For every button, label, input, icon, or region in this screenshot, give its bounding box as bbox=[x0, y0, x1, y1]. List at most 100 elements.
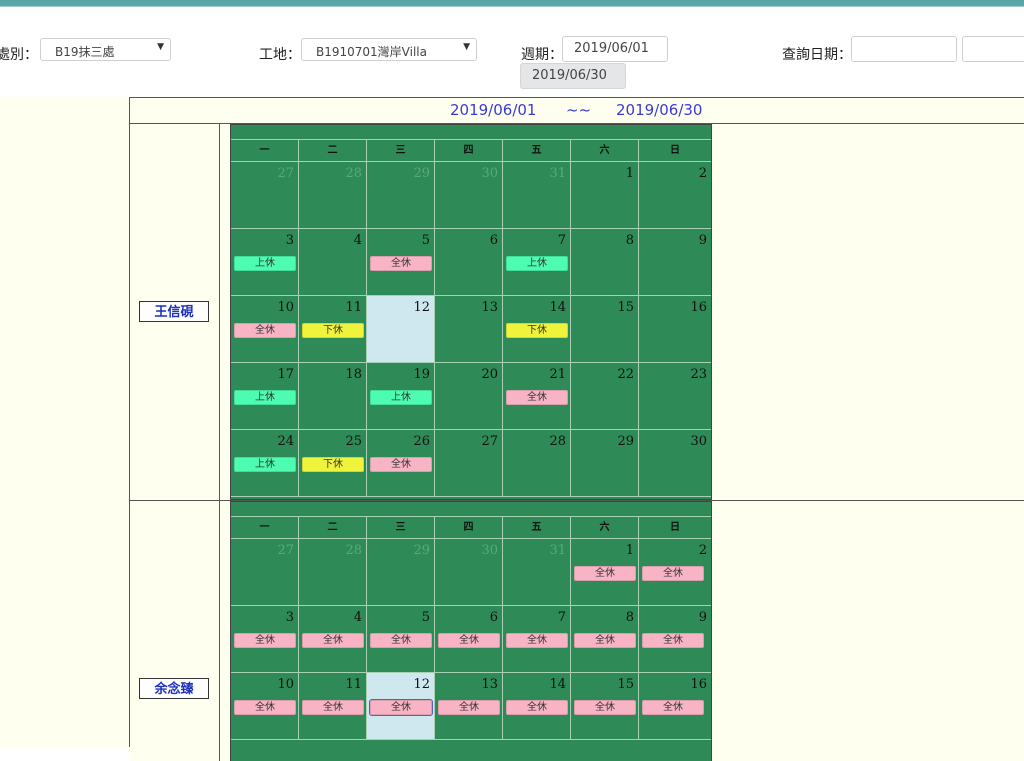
leave-badge[interactable]: 全休 bbox=[574, 566, 636, 581]
calendar-day-cell[interactable]: 12 bbox=[367, 296, 435, 363]
calendar-day-cell[interactable]: 25 下休 bbox=[299, 430, 367, 497]
leave-badge[interactable]: 全休 bbox=[370, 457, 432, 472]
calendar-day-cell[interactable]: 13 bbox=[435, 296, 503, 363]
day-number: 27 bbox=[277, 543, 294, 558]
leave-badge[interactable]: 全休 bbox=[506, 700, 568, 715]
calendar-day-cell[interactable]: 13 全休 bbox=[435, 673, 503, 740]
calendar-day-cell[interactable]: 28 bbox=[299, 539, 367, 606]
calendar-day-cell[interactable]: 27 bbox=[435, 430, 503, 497]
calendar-day-cell[interactable]: 27 bbox=[231, 539, 299, 606]
leave-badge[interactable]: 全休 bbox=[369, 699, 433, 716]
calendar-day-cell[interactable]: 29 bbox=[571, 430, 639, 497]
query-date-to-input[interactable] bbox=[962, 36, 1024, 62]
calendar-day-cell[interactable]: 30 bbox=[639, 430, 711, 497]
leave-badge[interactable]: 全休 bbox=[370, 633, 432, 648]
calendar-day-cell[interactable]: 10 全休 bbox=[231, 673, 299, 740]
calendar-day-cell[interactable]: 22 bbox=[571, 363, 639, 430]
leave-badge[interactable]: 下休 bbox=[506, 323, 568, 338]
employee-name[interactable]: 王信硯 bbox=[139, 301, 209, 322]
day-number: 9 bbox=[698, 233, 707, 248]
leave-badge[interactable]: 全休 bbox=[642, 566, 704, 581]
calendar-day-cell[interactable]: 2 bbox=[639, 162, 711, 229]
calendar-day-cell[interactable]: 15 bbox=[571, 296, 639, 363]
calendar-day-cell[interactable]: 18 bbox=[299, 363, 367, 430]
calendar-day-cell[interactable]: 8 bbox=[571, 229, 639, 296]
calendar-day-cell[interactable]: 5 全休 bbox=[367, 229, 435, 296]
calendar-day-cell[interactable]: 10 全休 bbox=[231, 296, 299, 363]
calendar-day-cell[interactable]: 6 全休 bbox=[435, 606, 503, 673]
calendar-day-cell[interactable]: 28 bbox=[503, 430, 571, 497]
calendar-day-cell[interactable]: 20 bbox=[435, 363, 503, 430]
calendar-day-cell[interactable]: 4 bbox=[299, 229, 367, 296]
period-end-input[interactable]: 2019/06/30 bbox=[520, 63, 626, 89]
calendar-day-cell[interactable]: 19 上休 bbox=[367, 363, 435, 430]
query-date-from-input[interactable] bbox=[851, 36, 957, 62]
leave-badge[interactable]: 上休 bbox=[234, 457, 296, 472]
leave-badge[interactable]: 全休 bbox=[234, 633, 296, 648]
calendar-day-cell[interactable]: 30 bbox=[435, 539, 503, 606]
leave-badge[interactable]: 上休 bbox=[370, 390, 432, 405]
leave-badge[interactable]: 全休 bbox=[506, 633, 568, 648]
calendar-day-cell[interactable]: 24 上休 bbox=[231, 430, 299, 497]
calendar-day-cell[interactable]: 27 bbox=[231, 162, 299, 229]
calendar-day-cell[interactable]: 11 下休 bbox=[299, 296, 367, 363]
calendar-day-cell[interactable]: 31 bbox=[503, 539, 571, 606]
calendar-day-cell[interactable]: 1 全休 bbox=[571, 539, 639, 606]
calendar-day-cell[interactable]: 7 全休 bbox=[503, 606, 571, 673]
range-end: 2019/06/30 bbox=[616, 101, 703, 119]
division-select[interactable]: B19抹三處 ▼ bbox=[40, 38, 171, 61]
leave-badge[interactable]: 上休 bbox=[506, 256, 568, 271]
leave-badge[interactable]: 全休 bbox=[370, 256, 432, 271]
leave-badge[interactable]: 全休 bbox=[506, 390, 568, 405]
query-date-label: 查詢日期： bbox=[782, 47, 852, 63]
period-start-input[interactable]: 2019/06/01 bbox=[562, 36, 668, 62]
calendar-day-cell[interactable]: 5 全休 bbox=[367, 606, 435, 673]
weekday-label: 一 bbox=[231, 140, 299, 162]
leave-badge[interactable]: 全休 bbox=[642, 700, 704, 715]
calendar-day-cell[interactable]: 26 全休 bbox=[367, 430, 435, 497]
calendar-day-cell[interactable]: 16 bbox=[639, 296, 711, 363]
leave-badge[interactable]: 下休 bbox=[302, 323, 364, 338]
calendar-day-cell[interactable]: 30 bbox=[435, 162, 503, 229]
calendar-day-cell[interactable]: 14 全休 bbox=[503, 673, 571, 740]
calendar-day-cell[interactable]: 12 全休 bbox=[367, 673, 435, 740]
calendar-day-cell[interactable]: 6 bbox=[435, 229, 503, 296]
site-select[interactable]: B1910701灣岸Villa ▼ bbox=[301, 38, 477, 61]
calendar-day-cell[interactable]: 16 全休 bbox=[639, 673, 711, 740]
calendar-day-cell[interactable]: 1 bbox=[571, 162, 639, 229]
calendar-top-bar bbox=[231, 502, 711, 517]
calendar-day-cell[interactable]: 29 bbox=[367, 162, 435, 229]
calendar-day-cell[interactable]: 31 bbox=[503, 162, 571, 229]
calendar-day-cell[interactable]: 9 全休 bbox=[639, 606, 711, 673]
leave-badge[interactable]: 全休 bbox=[234, 700, 296, 715]
leave-badge[interactable]: 全休 bbox=[438, 633, 500, 648]
leave-badge[interactable]: 上休 bbox=[234, 256, 296, 271]
calendar-day-cell[interactable]: 3 上休 bbox=[231, 229, 299, 296]
leave-badge[interactable]: 上休 bbox=[234, 390, 296, 405]
calendar-day-cell[interactable]: 4 全休 bbox=[299, 606, 367, 673]
calendar-day-cell[interactable]: 29 bbox=[367, 539, 435, 606]
leave-badge[interactable]: 全休 bbox=[234, 323, 296, 338]
calendar-day-cell[interactable]: 15 全休 bbox=[571, 673, 639, 740]
leave-badge[interactable]: 下休 bbox=[302, 457, 364, 472]
calendar-day-cell[interactable]: 23 bbox=[639, 363, 711, 430]
leave-badge[interactable]: 全休 bbox=[438, 700, 500, 715]
calendar-day-cell[interactable]: 17 上休 bbox=[231, 363, 299, 430]
calendar-day-cell[interactable]: 3 全休 bbox=[231, 606, 299, 673]
leave-badge[interactable]: 全休 bbox=[302, 633, 364, 648]
calendar-week-row: 17 上休 18 19 上休 20 21 全休 22 23 bbox=[231, 363, 711, 430]
leave-badge[interactable]: 全休 bbox=[574, 700, 636, 715]
employee-name[interactable]: 余念臻 bbox=[139, 678, 209, 699]
calendar-day-cell[interactable]: 2 全休 bbox=[639, 539, 711, 606]
calendar-day-cell[interactable]: 28 bbox=[299, 162, 367, 229]
calendar-day-cell[interactable]: 14 下休 bbox=[503, 296, 571, 363]
leave-badge[interactable]: 全休 bbox=[574, 633, 636, 648]
calendar-day-cell[interactable]: 11 全休 bbox=[299, 673, 367, 740]
leave-badge[interactable]: 全休 bbox=[302, 700, 364, 715]
period-label: 週期： bbox=[521, 47, 563, 63]
calendar-day-cell[interactable]: 9 bbox=[639, 229, 711, 296]
leave-badge[interactable]: 全休 bbox=[642, 633, 704, 648]
calendar-day-cell[interactable]: 7 上休 bbox=[503, 229, 571, 296]
calendar-day-cell[interactable]: 8 全休 bbox=[571, 606, 639, 673]
calendar-day-cell[interactable]: 21 全休 bbox=[503, 363, 571, 430]
